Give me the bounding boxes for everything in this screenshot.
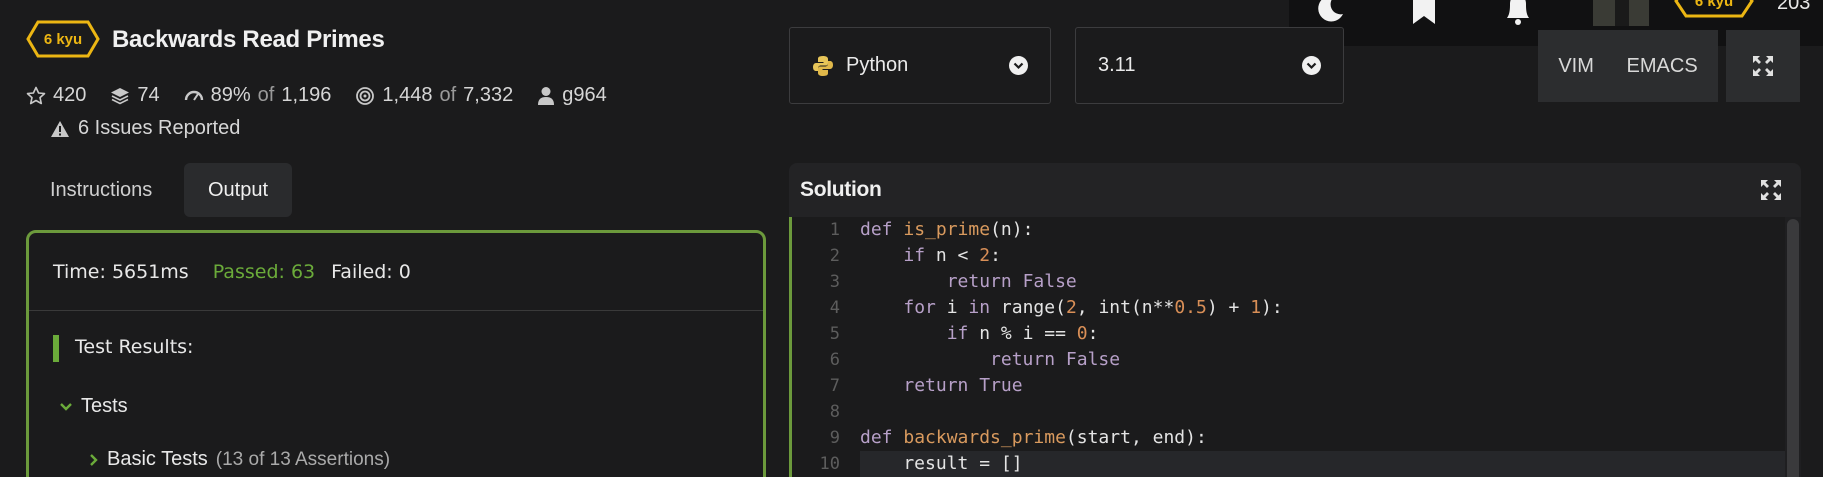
expand-icon[interactable] (1760, 179, 1782, 206)
tab-instructions[interactable]: Instructions (26, 163, 176, 217)
author-stat[interactable]: g964 (537, 84, 607, 107)
votes-count: 1,196 (281, 84, 332, 106)
chevron-down-icon (60, 402, 72, 411)
satisfaction-percent: 89% (210, 84, 251, 106)
code-line: if n < 2: (903, 245, 1001, 266)
line-number: 1 (829, 220, 840, 240)
chevron-down-icon (1302, 56, 1321, 75)
collections-stat[interactable]: 74 (110, 84, 160, 107)
of-label: of (439, 84, 457, 106)
user-honor: 203 (1777, 0, 1811, 14)
line-number-gutter: 1 2 3 4 5 6 7 8 9 10 (792, 217, 840, 477)
basic-tests-label: Basic Tests (107, 448, 208, 470)
code-line: return False (990, 349, 1121, 370)
tests-group-label: Tests (81, 395, 128, 417)
code-line: if n % i == 0: (946, 323, 1099, 344)
layers-icon (111, 87, 130, 104)
code-line: return False (946, 271, 1077, 292)
warning-icon (51, 120, 69, 137)
gauge-icon (184, 90, 203, 101)
attempts-count: 7,332 (463, 84, 514, 106)
divider (29, 310, 763, 311)
avatar[interactable] (1593, 0, 1649, 26)
bell-icon[interactable] (1501, 0, 1535, 31)
version-value: 3.11 (1098, 54, 1136, 76)
code-editor[interactable]: 1 2 3 4 5 6 7 8 9 10 def is_prime(n): if n < 2: r… (789, 217, 1801, 477)
expand-icon (1753, 56, 1773, 76)
emacs-mode-button[interactable]: EMACS (1627, 55, 1698, 78)
collections-count: 74 (137, 84, 160, 106)
basic-tests-toggle[interactable]: Basic Tests (13 of 13 Assertions) (89, 448, 390, 471)
version-select[interactable]: 3.11 (1075, 27, 1344, 104)
kata-rank-label: 6 kyu (43, 30, 83, 48)
completions-count: 1,448 (382, 84, 433, 106)
code-line: for i in range(2, int(n**0.5) + 1): (903, 297, 1283, 318)
editor-scrollbar[interactable] (1785, 217, 1801, 477)
code-line: return True (903, 375, 1023, 396)
editor-mode-group: VIM EMACS (1538, 30, 1718, 102)
chevron-right-icon (90, 453, 98, 466)
line-number: 2 (829, 246, 840, 266)
user-rank-label: 6 kyu (1694, 0, 1734, 10)
of-label: of (257, 84, 275, 106)
passed-label: Passed: 63 (212, 261, 316, 283)
code-content[interactable]: def is_prime(n): if n < 2: return False … (860, 217, 1785, 477)
solution-panel: Solution 1 2 3 4 5 6 7 8 9 10 def is_prime(n): if… (789, 163, 1801, 477)
user-icon (538, 86, 555, 105)
chevron-down-icon (1009, 56, 1028, 75)
kata-title: Backwards Read Primes (112, 26, 385, 53)
author-name: g964 (562, 84, 607, 106)
fullscreen-button[interactable] (1726, 30, 1800, 102)
failed-label: Failed: 0 (331, 261, 411, 283)
code-line: def backwards_prime(start, end): (860, 427, 1207, 448)
stars-stat[interactable]: 420 (26, 84, 86, 107)
test-results-heading: Test Results: (75, 336, 194, 358)
stars-count: 420 (53, 84, 87, 106)
scrollbar-thumb[interactable] (1787, 219, 1799, 477)
test-summary: Time: 5651ms Passed: 63 Failed: 0 (53, 261, 411, 283)
basic-tests-count: (13 of 13 Assertions) (215, 448, 391, 470)
line-number: 5 (829, 324, 840, 344)
language-value: Python (846, 54, 909, 76)
language-select[interactable]: Python (789, 27, 1051, 104)
code-line-active: result = [] (860, 451, 1785, 477)
target-icon (356, 86, 375, 105)
kata-stats: 420 74 89% of 1,196 1,448 of 7,332 g964 (26, 84, 607, 107)
issues-link[interactable]: 6 Issues Reported (50, 117, 240, 140)
line-number: 3 (829, 272, 840, 292)
vim-mode-button[interactable]: VIM (1558, 55, 1594, 78)
python-icon (813, 55, 833, 76)
tab-output[interactable]: Output (184, 163, 293, 217)
line-number: 9 (829, 428, 840, 448)
kata-rank-badge: 6 kyu (26, 20, 100, 58)
issues-label: 6 Issues Reported (78, 117, 241, 139)
completions-stat: 1,448 of 7,332 (355, 84, 513, 107)
time-label: Time: 5651ms (53, 261, 189, 283)
output-panel: Time: 5651ms Passed: 63 Failed: 0 Test R… (26, 230, 766, 477)
satisfaction-stat: 89% of 1,196 (184, 84, 332, 107)
solution-title: Solution (800, 178, 882, 201)
line-number: 10 (819, 454, 840, 474)
solution-header: Solution (789, 163, 1801, 217)
line-number: 6 (829, 350, 840, 370)
test-results-marker (53, 335, 59, 362)
code-line: def is_prime(n): (860, 219, 1034, 240)
line-number: 4 (829, 298, 840, 318)
line-number: 7 (829, 376, 840, 396)
star-icon (26, 86, 46, 104)
tests-group-toggle[interactable]: Tests (59, 395, 128, 418)
bookmark-icon[interactable] (1409, 0, 1439, 31)
line-number: 8 (829, 402, 840, 422)
